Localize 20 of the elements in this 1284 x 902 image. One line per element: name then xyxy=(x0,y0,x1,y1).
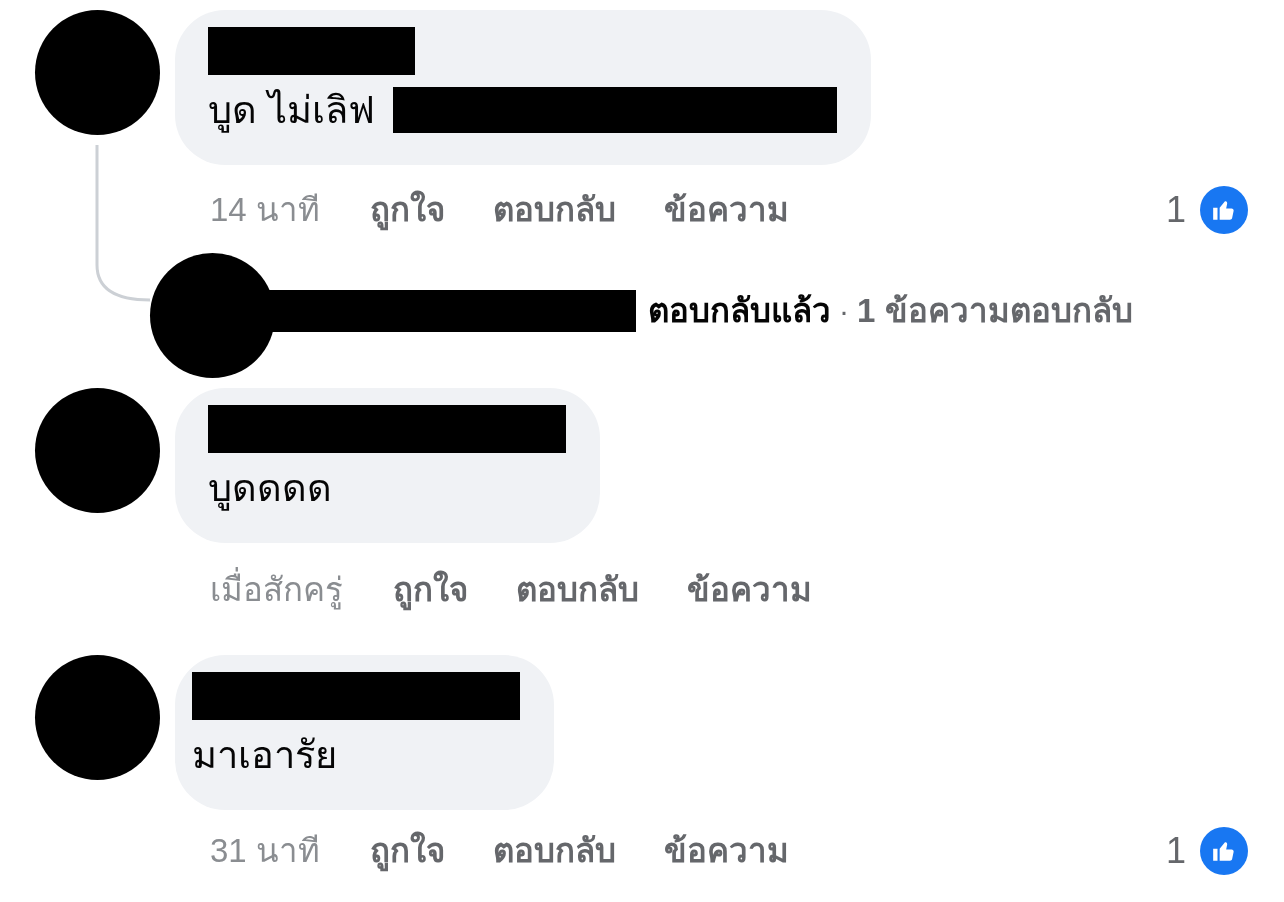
comment-text: บูดดดด xyxy=(208,466,332,513)
comment-text: บูด ไม่เลิฟ xyxy=(208,88,375,135)
action-link[interactable]: ตอบกลับ xyxy=(492,825,616,876)
action-link[interactable]: ถูกใจ xyxy=(369,185,445,235)
comment-time: 14 นาที xyxy=(210,190,320,231)
comment-time: เมื่อสักครู่ xyxy=(210,565,343,615)
replies-link[interactable]: 1 ข้อความตอบกลับ xyxy=(857,285,1133,336)
action-link[interactable]: ข้อความ xyxy=(663,825,789,876)
action-link[interactable]: ข้อความ xyxy=(663,185,789,235)
like-count: 1 xyxy=(1165,828,1186,873)
action-link[interactable]: ถูกใจ xyxy=(369,825,445,876)
action-link[interactable]: ถูกใจ xyxy=(393,565,468,615)
separator-dot: · xyxy=(839,293,849,329)
reply-status[interactable]: ตอบกลับแล้ว xyxy=(648,285,831,336)
like-count: 1 xyxy=(1165,188,1186,232)
comment-time: 31 นาที xyxy=(210,830,320,871)
action-link[interactable]: ข้อความ xyxy=(687,565,812,615)
comment-text: มาเอารัย xyxy=(192,733,337,778)
action-link[interactable]: ตอบกลับ xyxy=(516,565,639,615)
action-link[interactable]: ตอบกลับ xyxy=(492,185,616,235)
